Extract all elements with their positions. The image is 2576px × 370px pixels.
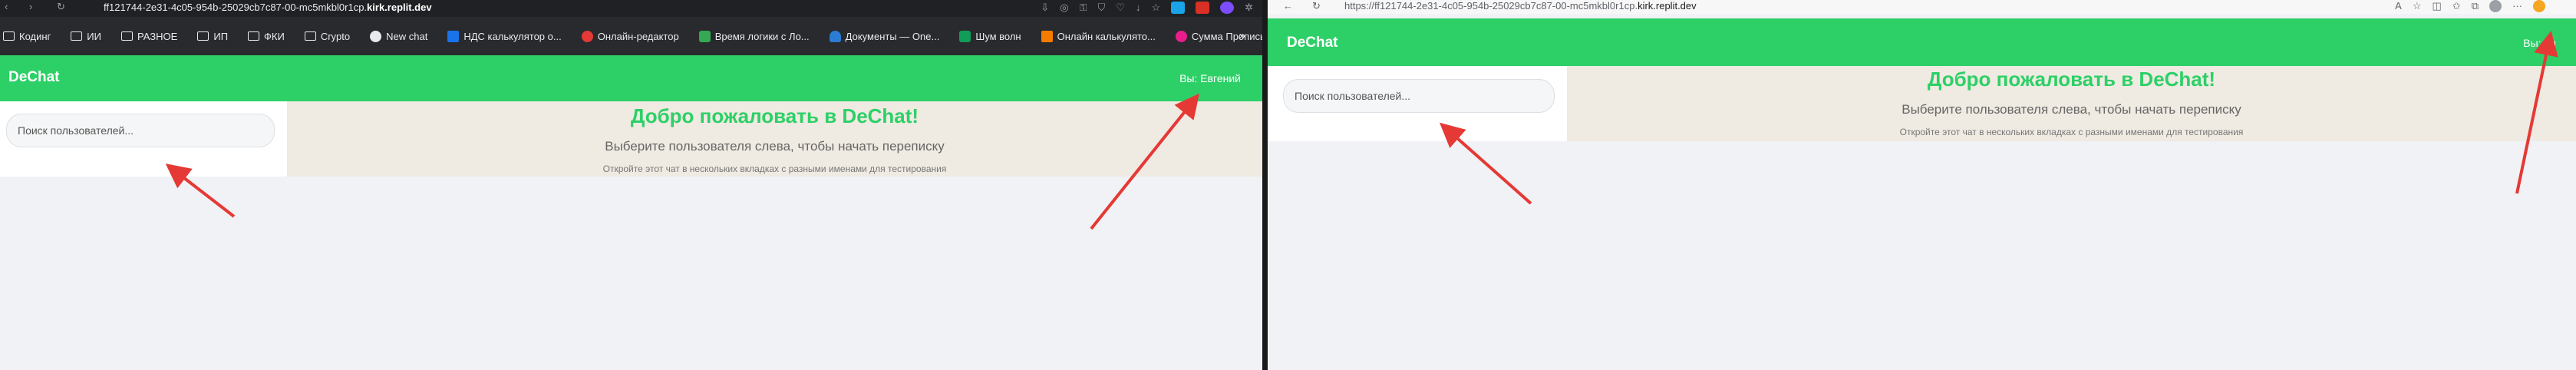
cloud-icon xyxy=(829,30,841,42)
welcome-pane: Добро пожаловать в DeChat! Выберите поль… xyxy=(1567,66,2576,141)
bookmark-item[interactable]: ИП xyxy=(197,31,228,42)
app-brand: DeChat xyxy=(8,69,60,85)
reload-icon[interactable]: ↻ xyxy=(1312,0,1321,12)
reload-icon[interactable]: ↻ xyxy=(57,1,65,13)
logic-icon xyxy=(698,30,711,42)
folder-icon xyxy=(197,31,209,41)
shield-icon[interactable]: ⛉ xyxy=(1098,2,1106,14)
welcome-hint: Откройте этот чат в нескольких вкладках … xyxy=(602,164,947,174)
current-user-label: Вы: ен xyxy=(2523,37,2556,49)
welcome-subtitle: Выберите пользователя слева, чтобы начат… xyxy=(1901,102,2241,117)
welcome-subtitle: Выберите пользователя слева, чтобы начат… xyxy=(605,139,945,154)
back-icon[interactable]: ← xyxy=(1283,0,1293,12)
browser-toolbar: A ☆ ◫ ✩ ⧉ ··· xyxy=(2395,0,2545,12)
favorites-icon[interactable]: ✩ xyxy=(2452,0,2461,12)
users-sidebar: Поиск пользователей... xyxy=(1268,66,1567,141)
bookmark-item[interactable]: Сумма Прописью... xyxy=(1175,30,1262,42)
bookmark-item[interactable]: Онлайн калькулято... xyxy=(1041,30,1156,42)
waves-icon xyxy=(959,30,971,42)
folder-icon xyxy=(120,31,133,41)
folder-icon xyxy=(71,31,83,41)
extension-icon[interactable] xyxy=(1196,2,1210,14)
bookmark-item[interactable]: Онлайн-редактор xyxy=(581,30,679,42)
split-screen-icon[interactable]: ◫ xyxy=(2433,0,2442,12)
browser-toolbar: ⇩ ◎ ⚿ ⛉ ♡ ↓ ☆ ✲ xyxy=(1041,2,1253,14)
app-header: DeChat Вы: ен xyxy=(1268,18,2576,66)
bookmark-item[interactable]: Кодинг xyxy=(3,31,51,42)
editor-icon xyxy=(581,30,593,42)
copilot-icon[interactable] xyxy=(2533,0,2545,12)
camera-icon[interactable]: ◎ xyxy=(1060,2,1068,14)
star-icon[interactable]: ☆ xyxy=(2413,0,2422,12)
welcome-title: Добро пожаловать в DeChat! xyxy=(1927,68,2216,91)
bookmark-item[interactable]: Шум волн xyxy=(959,30,1021,42)
read-aloud-icon[interactable]: A xyxy=(2395,0,2402,12)
bookmark-item[interactable]: Документы — One... xyxy=(829,30,939,42)
bookmark-item[interactable]: Crypto xyxy=(304,31,350,42)
puzzle-icon[interactable]: ✲ xyxy=(1245,2,1253,14)
folder-icon xyxy=(248,31,260,41)
openai-icon xyxy=(370,30,382,42)
folder-icon xyxy=(3,31,15,41)
welcome-title: Добро пожаловать в DeChat! xyxy=(630,104,919,127)
download-icon[interactable]: ↓ xyxy=(1136,2,1141,14)
sum-icon xyxy=(1175,30,1187,42)
install-icon[interactable]: ⇩ xyxy=(1041,2,1049,14)
app-brand: DeChat xyxy=(1287,35,1338,51)
star-icon[interactable]: ☆ xyxy=(1151,2,1160,14)
calculator-icon xyxy=(447,30,460,42)
bookmark-item[interactable]: Время логики с Ло... xyxy=(698,30,810,42)
bookmark-item[interactable]: ИИ xyxy=(71,31,101,42)
extension-icon[interactable] xyxy=(1171,2,1186,14)
left-browser-window: ‹ › ↻ ff121744-2e31-4c05-954b-25029cb7c8… xyxy=(0,0,1262,370)
app-header: DeChat Вы: Евгений xyxy=(0,55,1262,101)
window-divider xyxy=(1262,0,1268,370)
address-bar: ‹ › ↻ ff121744-2e31-4c05-954b-25029cb7c8… xyxy=(0,0,1262,17)
forward-icon[interactable]: › xyxy=(29,1,32,12)
right-browser-window: ← ↻ https://ff121744-2e31-4c05-954b-2502… xyxy=(1268,0,2576,370)
url-field[interactable]: ff121744-2e31-4c05-954b-25029cb7c87-00-m… xyxy=(104,2,432,13)
users-sidebar: Поиск пользователей... xyxy=(0,101,287,177)
address-bar: ← ↻ https://ff121744-2e31-4c05-954b-2502… xyxy=(1268,0,2576,14)
collections-icon[interactable]: ⧉ xyxy=(2472,0,2479,12)
user-search-input[interactable]: Поиск пользователей... xyxy=(1283,79,1555,113)
back-icon[interactable]: ‹ xyxy=(5,1,8,12)
bookmark-item[interactable]: New chat xyxy=(370,30,427,42)
welcome-hint: Откройте этот чат в нескольких вкладках … xyxy=(1899,127,2244,137)
key-icon[interactable]: ⚿ xyxy=(1080,2,1087,14)
url-field[interactable]: https://ff121744-2e31-4c05-954b-25029cb7… xyxy=(1344,0,1697,12)
profile-icon[interactable] xyxy=(2489,0,2502,12)
folder-icon xyxy=(304,31,316,41)
more-bookmarks-icon[interactable]: » xyxy=(1239,29,1245,42)
user-search-input[interactable]: Поиск пользователей... xyxy=(6,114,275,147)
bookmark-item[interactable]: РАЗНОЕ xyxy=(120,31,177,42)
calculator-icon xyxy=(1041,30,1053,42)
heart-icon[interactable]: ♡ xyxy=(1116,2,1125,14)
bookmark-item[interactable]: НДС калькулятор о... xyxy=(447,30,562,42)
more-icon[interactable]: ··· xyxy=(2512,0,2522,12)
welcome-pane: Добро пожаловать в DeChat! Выберите поль… xyxy=(287,101,1262,177)
bookmark-item[interactable]: ФКИ xyxy=(248,31,285,42)
bookmarks-bar: Кодинг ИИ РАЗНОЕ ИП ФКИ Crypto New chat … xyxy=(0,17,1262,55)
extension-icon[interactable] xyxy=(1220,2,1235,14)
current-user-label: Вы: Евгений xyxy=(1179,72,1241,84)
